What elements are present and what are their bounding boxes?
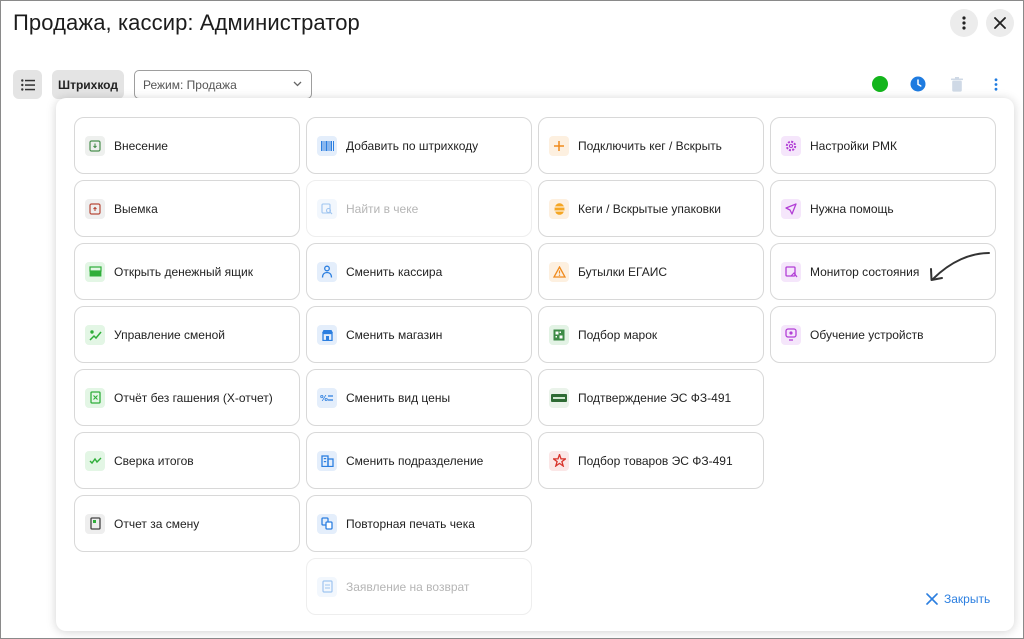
cash-drawer-icon [85, 261, 105, 282]
department-icon [317, 450, 337, 471]
cash-out-icon [85, 198, 105, 219]
warning-icon [549, 261, 569, 282]
x-report-icon [85, 387, 105, 408]
close-menu-button[interactable]: Закрыть [926, 592, 990, 606]
actions-menu-panel: Внесение Выемка Открыть денежный ящик Уп… [56, 98, 1014, 631]
reconciliation-icon [85, 450, 105, 471]
chevron-down-icon [293, 81, 302, 87]
list-icon [20, 78, 35, 91]
menu-item-change-department[interactable]: Сменить подразделение [306, 432, 532, 489]
close-menu-label: Закрыть [944, 592, 991, 606]
kebab-icon [962, 16, 966, 30]
menu-toggle-button[interactable] [13, 70, 42, 99]
menu-item-return-application[interactable]: Заявление на возврат [306, 558, 532, 615]
close-icon [994, 17, 1006, 29]
status-dot-icon [872, 76, 888, 92]
trash-icon [951, 76, 963, 92]
menu-item-change-price-type[interactable]: % Сменить вид цены [306, 369, 532, 426]
menu-item-kegs-opened[interactable]: Кеги / Вскрытые упаковки [538, 180, 764, 237]
menu-item-add-by-barcode[interactable]: Добавить по штрихкоду [306, 117, 532, 174]
mode-select[interactable]: Режим: Продажа [134, 70, 312, 99]
shift-report-icon [85, 513, 105, 534]
mode-select-value: Режим: Продажа [143, 77, 237, 92]
menu-item-reprint-receipt[interactable]: Повторная печать чека [306, 495, 532, 552]
plus-icon [549, 135, 569, 156]
menu-item-reconciliation[interactable]: Сверка итогов [74, 432, 300, 489]
menu-item-device-training[interactable]: Обучение устройств [770, 306, 996, 363]
cashier-icon [317, 261, 337, 282]
marks-icon [549, 324, 569, 345]
svg-text:%: % [320, 394, 328, 403]
status-indicator[interactable] [871, 75, 889, 93]
menu-item-rmk-settings[interactable]: Настройки РМК [770, 117, 996, 174]
menu-item-change-store[interactable]: Сменить магазин [306, 306, 532, 363]
barcode-button[interactable]: Штрихкод [52, 70, 124, 99]
delete-button[interactable] [948, 75, 966, 93]
mark-badge-icon [549, 387, 569, 408]
barcode-icon [317, 135, 337, 156]
menu-item-egais-bottles[interactable]: Бутылки ЕГАИС [538, 243, 764, 300]
menu-item-open-drawer[interactable]: Открыть денежный ящик [74, 243, 300, 300]
history-button[interactable] [909, 75, 927, 93]
reprint-icon [317, 513, 337, 534]
menu-item-shift-report[interactable]: Отчет за смену [74, 495, 300, 552]
menu-item-cash-in[interactable]: Внесение [74, 117, 300, 174]
menu-item-shift-management[interactable]: Управление сменой [74, 306, 300, 363]
more-options-button[interactable] [950, 9, 978, 37]
menu-item-need-help[interactable]: Нужна помощь [770, 180, 996, 237]
store-icon [317, 324, 337, 345]
star-icon [549, 450, 569, 471]
menu-item-cash-out[interactable]: Выемка [74, 180, 300, 237]
send-icon [781, 198, 801, 219]
cash-in-icon [85, 135, 105, 156]
monitor-icon [781, 261, 801, 282]
price-type-icon: % [317, 387, 337, 408]
search-receipt-icon [317, 198, 337, 219]
page-title: Продажа, кассир: Администратор [13, 10, 360, 35]
settings-icon [781, 135, 801, 156]
menu-item-es-confirmation[interactable]: Подтверждение ЭС ФЗ-491 [538, 369, 764, 426]
menu-item-connect-keg[interactable]: Подключить кег / Вскрыть [538, 117, 764, 174]
window: Продажа, кассир: Администратор Штрихкод … [0, 0, 1024, 639]
training-icon [781, 324, 801, 345]
menu-item-change-cashier[interactable]: Сменить кассира [306, 243, 532, 300]
shift-icon [85, 324, 105, 345]
keg-icon [549, 198, 569, 219]
kebab-blue-icon [994, 77, 998, 91]
close-window-button[interactable] [986, 9, 1014, 37]
menu-item-find-in-receipt[interactable]: Найти в чеке [306, 180, 532, 237]
return-icon [317, 576, 337, 597]
clock-icon [910, 76, 926, 92]
close-blue-icon [926, 593, 938, 605]
toolbar-more-button[interactable] [987, 75, 1005, 93]
annotation-arrow-icon [930, 252, 990, 281]
menu-item-es-goods-selection[interactable]: Подбор товаров ЭС ФЗ-491 [538, 432, 764, 489]
menu-item-marks-selection[interactable]: Подбор марок [538, 306, 764, 363]
menu-item-x-report[interactable]: Отчёт без гашения (X-отчет) [74, 369, 300, 426]
